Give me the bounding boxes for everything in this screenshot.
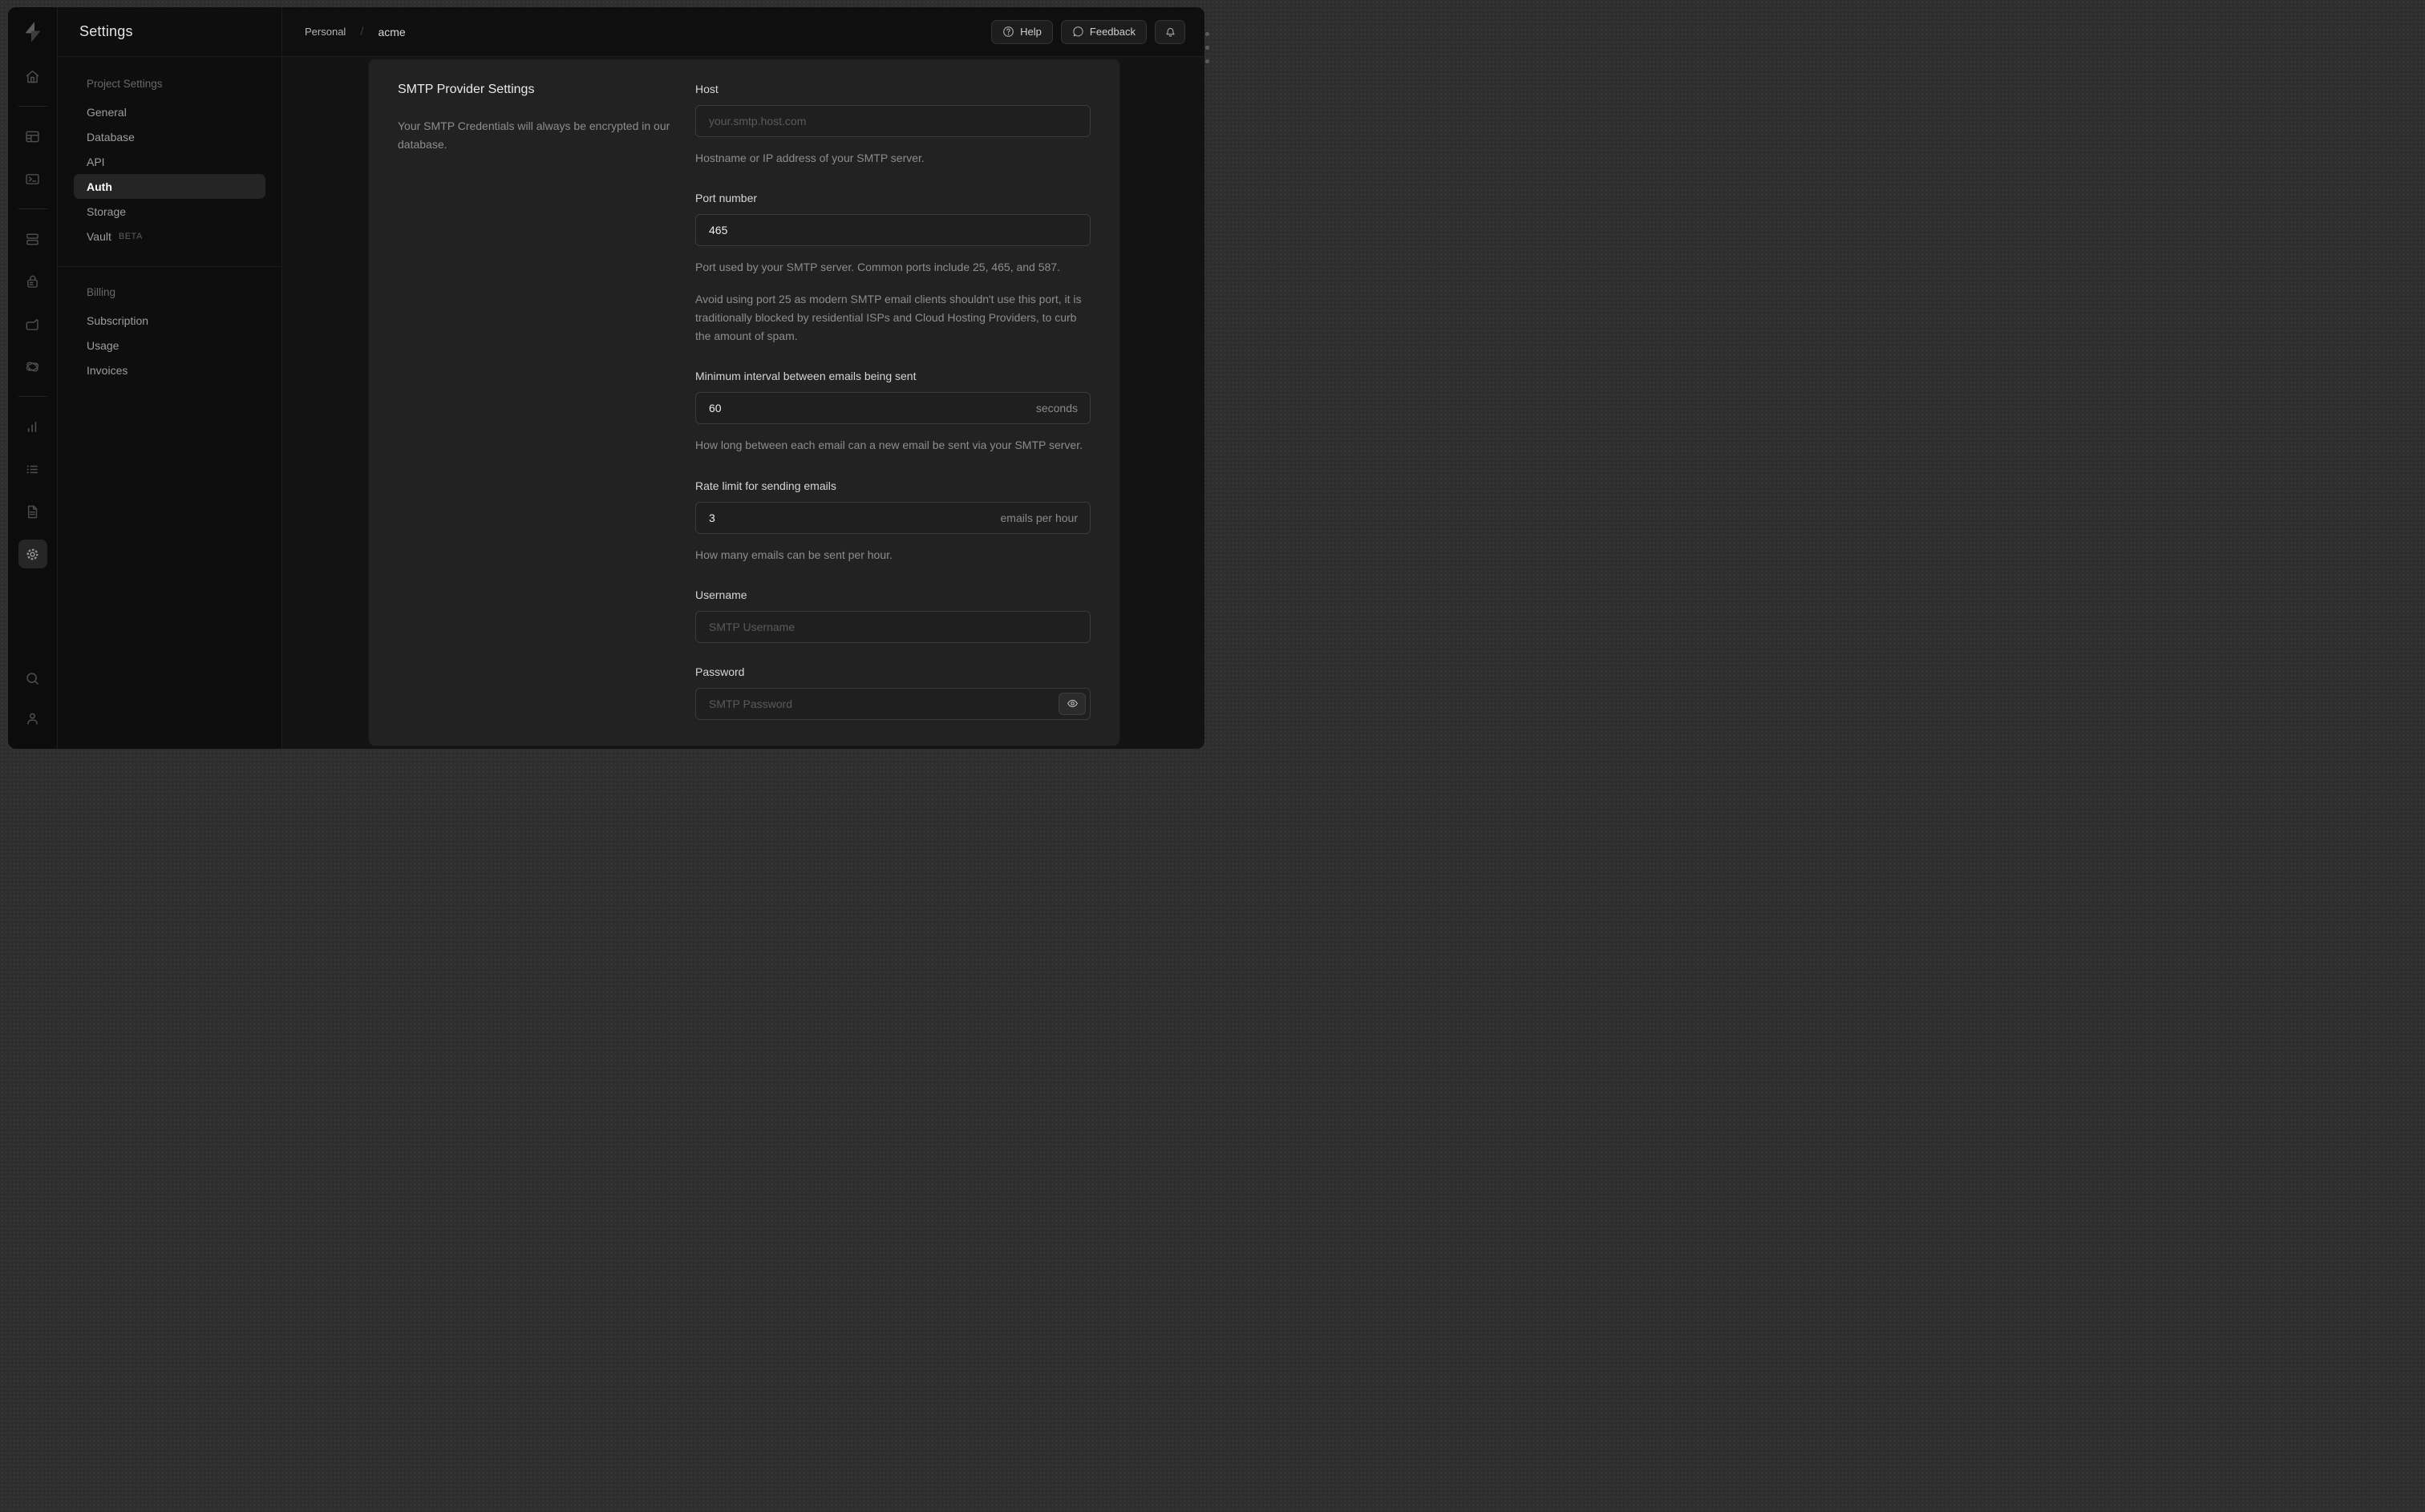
rail-divider (18, 106, 47, 107)
feedback-button[interactable]: Feedback (1060, 19, 1147, 44)
search-icon[interactable] (18, 664, 47, 693)
sidebar-item-label: Vault (87, 229, 111, 243)
bell-icon (1165, 27, 1175, 37)
rate-helper: How many emails can be sent per hour. (695, 548, 893, 561)
rate-input[interactable] (695, 501, 1091, 534)
help-circle-icon (1003, 26, 1014, 37)
sidebar-item-vault[interactable]: Vault BETA (74, 224, 265, 249)
table-editor-icon[interactable] (18, 122, 47, 151)
content-area: SMTP Provider Settings Your SMTP Credent… (282, 57, 1204, 749)
app-window: Settings Project Settings General Databa… (8, 7, 1204, 749)
sql-editor-icon[interactable] (18, 164, 47, 193)
eye-icon (1067, 700, 1078, 708)
page-title: Settings (79, 23, 133, 39)
smtp-form: Host Hostname or IP address of your SMTP… (695, 83, 1091, 722)
reports-icon[interactable] (18, 412, 47, 441)
host-label: Host (695, 83, 719, 95)
speech-bubble-icon (1073, 26, 1083, 37)
smtp-settings-panel: SMTP Provider Settings Your SMTP Credent… (369, 59, 1119, 746)
sidebar-item-invoices[interactable]: Invoices (74, 358, 265, 382)
supabase-logo-icon[interactable] (19, 18, 47, 46)
sidebar-item-general[interactable]: General (74, 99, 265, 124)
host-field-group: Host Hostname or IP address of your SMTP… (695, 83, 1091, 168)
breadcrumb-separator: / (360, 25, 364, 38)
sidebar-item-storage[interactable]: Storage (74, 199, 265, 224)
home-icon[interactable] (18, 62, 47, 91)
user-icon[interactable] (18, 704, 47, 733)
section-description: Your SMTP Credentials will always be enc… (398, 119, 670, 151)
interval-label: Minimum interval between emails being se… (695, 370, 917, 383)
sidebar-item-auth[interactable]: Auth (74, 174, 265, 199)
page-scrollbar[interactable] (1205, 32, 1211, 63)
storage-icon[interactable] (18, 309, 47, 338)
port-helper-2: Avoid using port 25 as modern SMTP email… (695, 293, 1082, 343)
username-input[interactable] (695, 610, 1091, 643)
sidebar-item-api[interactable]: API (74, 149, 265, 174)
rail-divider (18, 208, 47, 209)
host-input[interactable] (695, 105, 1091, 137)
rate-field-group: Rate limit for sending emails emails per… (695, 479, 1091, 564)
port-label: Port number (695, 192, 758, 205)
password-label: Password (695, 665, 745, 678)
notifications-button[interactable] (1155, 19, 1185, 44)
nav-section-label: Project Settings (87, 78, 163, 90)
reveal-password-button[interactable] (1059, 692, 1086, 715)
scrollbar-dot (1205, 32, 1209, 36)
main-area: Personal / acme Help Feedback SMTP Provi… (282, 7, 1204, 749)
password-input[interactable] (695, 687, 1091, 720)
sidebar-item-database[interactable]: Database (74, 124, 265, 149)
scrollbar-dot (1205, 59, 1209, 63)
topbar: Personal / acme Help Feedback (282, 7, 1204, 57)
billing-nav: Billing Subscription Usage Invoices (58, 267, 281, 382)
section-intro: SMTP Provider Settings Your SMTP Credent… (398, 83, 695, 722)
username-label: Username (695, 588, 747, 601)
section-title: SMTP Provider Settings (398, 83, 535, 96)
topbar-actions: Help Feedback (991, 19, 1185, 44)
feedback-label: Feedback (1089, 26, 1136, 38)
interval-input[interactable] (695, 392, 1091, 425)
docs-icon[interactable] (18, 497, 47, 526)
breadcrumb: Personal / acme (305, 25, 406, 38)
sidebar-item-subscription[interactable]: Subscription (74, 308, 265, 333)
rail-divider (18, 396, 47, 397)
sidebar-item-usage[interactable]: Usage (74, 333, 265, 358)
help-button[interactable]: Help (991, 19, 1053, 44)
password-field-group: Password (695, 665, 1091, 720)
beta-badge: BETA (118, 231, 143, 241)
sidebar-header: Settings (58, 7, 281, 57)
icon-rail (8, 7, 58, 749)
username-field-group: Username (695, 588, 1091, 643)
project-settings-nav: Project Settings General Database API Au… (58, 57, 281, 249)
port-input[interactable] (695, 214, 1091, 247)
breadcrumb-org[interactable]: Personal (305, 26, 346, 38)
breadcrumb-project[interactable]: acme (378, 26, 405, 38)
nav-section-label: Billing (87, 286, 116, 298)
edge-functions-icon[interactable] (18, 352, 47, 381)
interval-field-group: Minimum interval between emails being se… (695, 370, 1091, 455)
authentication-icon[interactable] (18, 267, 47, 296)
rate-label: Rate limit for sending emails (695, 479, 836, 492)
database-icon[interactable] (18, 224, 47, 253)
logs-icon[interactable] (18, 455, 47, 483)
settings-sidebar: Settings Project Settings General Databa… (58, 7, 282, 749)
interval-helper: How long between each email can a new em… (695, 439, 1083, 452)
port-helper-1: Port used by your SMTP server. Common po… (695, 261, 1060, 274)
scrollbar-dot (1205, 46, 1209, 50)
help-label: Help (1020, 26, 1042, 38)
settings-icon[interactable] (18, 540, 47, 568)
host-helper: Hostname or IP address of your SMTP serv… (695, 152, 925, 164)
port-field-group: Port number Port used by your SMTP serve… (695, 192, 1091, 346)
